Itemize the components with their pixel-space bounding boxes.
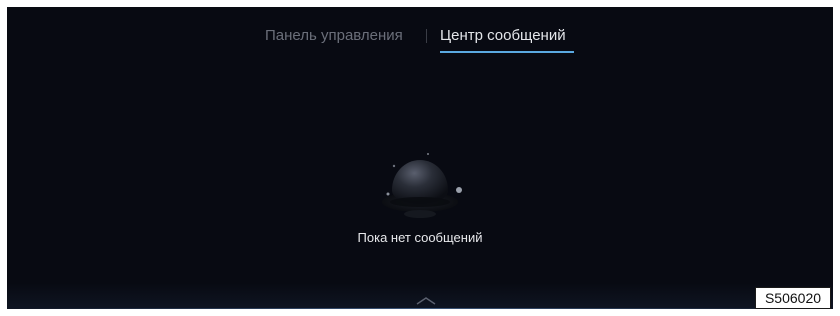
tab-message-center[interactable]: Центр сообщений bbox=[440, 26, 566, 46]
active-tab-indicator bbox=[440, 51, 574, 53]
message-center-screen: Панель управления Центр сообщений Пока н… bbox=[7, 7, 833, 309]
empty-state-message: Пока нет сообщений bbox=[357, 230, 483, 245]
tab-divider bbox=[426, 29, 427, 43]
tab-bar: Панель управления Центр сообщений bbox=[7, 26, 833, 56]
planet-icon bbox=[382, 153, 462, 218]
bottom-edge-line bbox=[7, 308, 833, 309]
tab-dashboard[interactable]: Панель управления bbox=[265, 26, 403, 46]
chevron-up-icon[interactable] bbox=[415, 296, 437, 306]
figure-code-label: S506020 bbox=[755, 287, 831, 309]
